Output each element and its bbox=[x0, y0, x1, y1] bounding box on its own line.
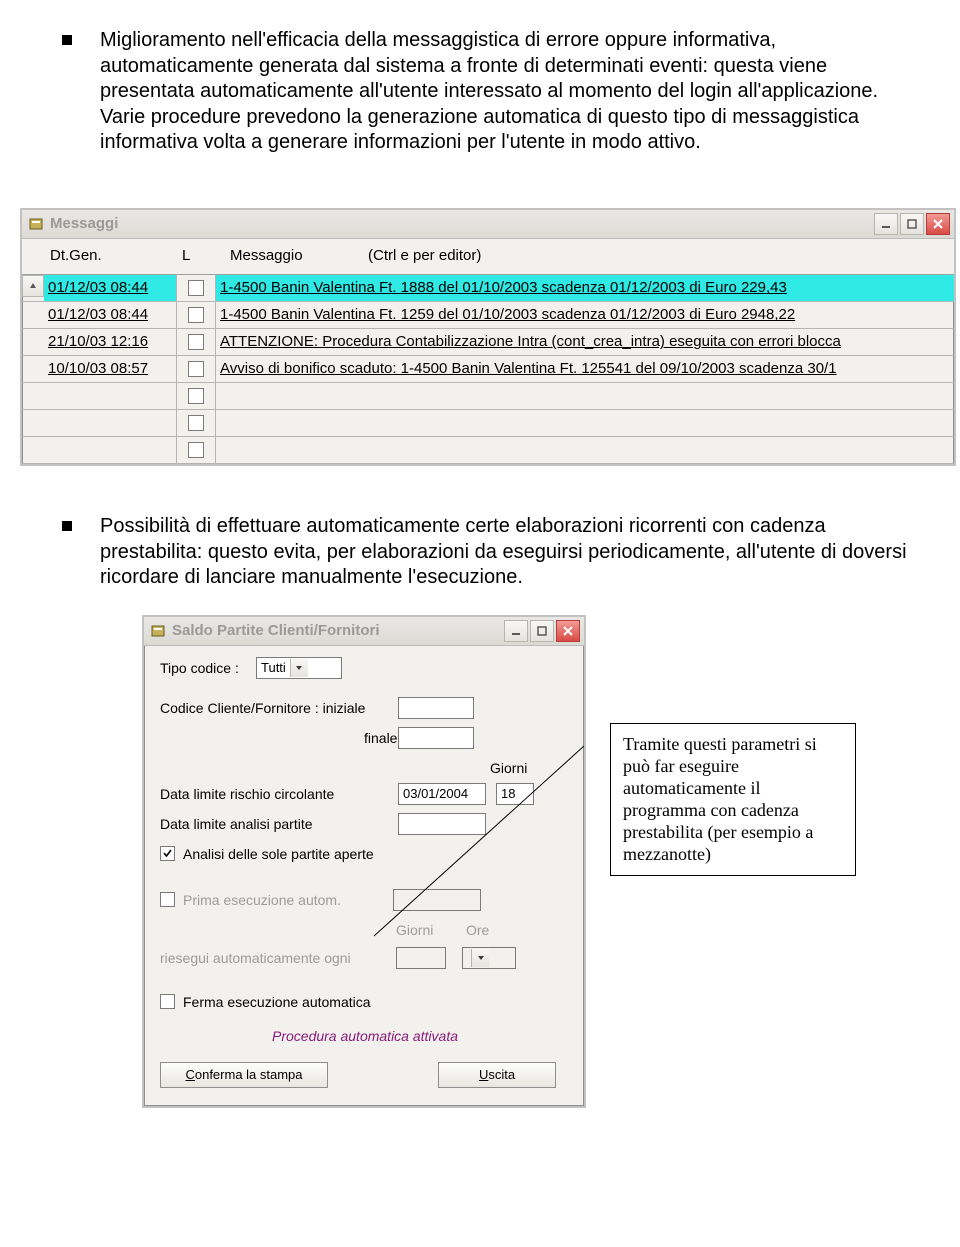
input-prima-esecuzione[interactable] bbox=[393, 889, 481, 911]
maximize-button[interactable] bbox=[900, 213, 924, 235]
titlebar: Saldo Partite Clienti/Fornitori bbox=[144, 617, 584, 646]
label-ferma: Ferma esecuzione automatica bbox=[183, 994, 371, 1010]
grid-headers: Dt.Gen. L Messaggio (Ctrl e per editor) bbox=[22, 239, 954, 274]
scroll-up-button[interactable] bbox=[22, 275, 44, 297]
cell-l bbox=[177, 410, 216, 436]
cell-dt: 01/12/03 08:44 bbox=[44, 302, 177, 328]
label-giorni2: Giorni bbox=[396, 922, 466, 938]
label-data-analisi: Data limite analisi partite bbox=[160, 816, 398, 832]
label-tipo-codice: Tipo codice : bbox=[160, 660, 256, 676]
input-codice-finale[interactable] bbox=[398, 727, 474, 749]
bullet-list-1: Miglioramento nell'efficacia della messa… bbox=[52, 28, 908, 156]
cell-msg: ATTENZIONE: Procedura Contabilizzazione … bbox=[216, 329, 954, 355]
combo-riesegui-ore[interactable] bbox=[462, 947, 516, 969]
titlebar: Messaggi bbox=[22, 210, 954, 239]
cell-l bbox=[177, 356, 216, 382]
cell-msg: Avviso di bonifico scaduto: 1-4500 Banin… bbox=[216, 356, 954, 382]
header-messaggio: Messaggio bbox=[230, 247, 368, 264]
label-finale: finale bbox=[160, 730, 398, 746]
header-dtgen: Dt.Gen. bbox=[50, 247, 182, 264]
table-row[interactable] bbox=[22, 410, 954, 437]
label-data-rischio: Data limite rischio circolante bbox=[160, 786, 398, 802]
table-row[interactable]: 01/12/03 08:44 1-4500 Banin Valentina Ft… bbox=[22, 275, 954, 302]
cell-msg bbox=[216, 383, 954, 409]
input-riesegui-giorni[interactable] bbox=[396, 947, 446, 969]
row-checkbox[interactable] bbox=[188, 361, 204, 377]
maximize-button[interactable] bbox=[530, 620, 554, 642]
checkbox-ferma[interactable] bbox=[160, 994, 175, 1009]
window-title: Saldo Partite Clienti/Fornitori bbox=[172, 622, 504, 639]
close-button[interactable] bbox=[926, 213, 950, 235]
cell-l bbox=[177, 329, 216, 355]
checkbox-analisi-aperte[interactable] bbox=[160, 846, 175, 861]
chevron-down-icon bbox=[471, 949, 489, 967]
label-prima-esecuzione: Prima esecuzione autom. bbox=[183, 892, 393, 908]
row-checkbox[interactable] bbox=[188, 334, 204, 350]
cell-l bbox=[177, 275, 216, 301]
header-l: L bbox=[182, 247, 230, 264]
row-checkbox[interactable] bbox=[188, 307, 204, 323]
cell-msg: 1-4500 Banin Valentina Ft. 1888 del 01/1… bbox=[216, 275, 954, 301]
bullet-list-2: Possibilità di effettuare automaticament… bbox=[52, 514, 908, 591]
header-editor-hint: (Ctrl e per editor) bbox=[368, 247, 481, 264]
cell-msg bbox=[216, 410, 954, 436]
saldo-window: Saldo Partite Clienti/Fornitori bbox=[142, 615, 586, 1108]
label-giorni: Giorni bbox=[490, 760, 527, 776]
combo-tipo-codice[interactable]: Tutti bbox=[256, 657, 342, 679]
cell-msg: 1-4500 Banin Valentina Ft. 1259 del 01/1… bbox=[216, 302, 954, 328]
close-button[interactable] bbox=[556, 620, 580, 642]
combo-value: Tutti bbox=[261, 660, 286, 675]
input-giorni[interactable]: 18 bbox=[496, 783, 534, 805]
cell-l bbox=[177, 383, 216, 409]
bullet-item: Possibilità di effettuare automaticament… bbox=[52, 514, 908, 591]
status-procedura: Procedura automatica attivata bbox=[160, 1028, 570, 1044]
window-title: Messaggi bbox=[50, 215, 874, 232]
app-icon bbox=[28, 216, 44, 232]
cell-l bbox=[177, 302, 216, 328]
app-icon bbox=[150, 623, 166, 639]
input-data-analisi[interactable] bbox=[398, 813, 486, 835]
cell-msg bbox=[216, 437, 954, 463]
conferma-button[interactable]: Conferma la stampa Conferma la stampa bbox=[160, 1062, 328, 1088]
label-ore: Ore bbox=[466, 922, 489, 938]
cell-dt bbox=[44, 383, 177, 409]
input-data-rischio[interactable]: 03/01/2004 bbox=[398, 783, 486, 805]
cell-dt bbox=[44, 437, 177, 463]
uscita-button[interactable]: Uscita Uscita bbox=[438, 1062, 556, 1088]
bullet-item: Miglioramento nell'efficacia della messa… bbox=[52, 28, 908, 156]
row-checkbox[interactable] bbox=[188, 415, 204, 431]
label-analisi-aperte: AAnalisi delle sole partite apertenalisi… bbox=[183, 846, 374, 862]
cell-l bbox=[177, 437, 216, 463]
table-row[interactable]: 21/10/03 12:16 ATTENZIONE: Procedura Con… bbox=[22, 329, 954, 356]
messages-window: Messaggi Dt.Gen. L Messaggio (Ctrl e per… bbox=[20, 208, 956, 466]
table-row[interactable] bbox=[22, 437, 954, 464]
row-checkbox[interactable] bbox=[188, 442, 204, 458]
row-checkbox[interactable] bbox=[188, 280, 204, 296]
chevron-down-icon bbox=[290, 659, 308, 677]
minimize-button[interactable] bbox=[504, 620, 528, 642]
cell-dt: 10/10/03 08:57 bbox=[44, 356, 177, 382]
input-codice-iniziale[interactable] bbox=[398, 697, 474, 719]
label-riesegui: riesegui automaticamente ogni bbox=[160, 950, 396, 966]
cell-dt: 01/12/03 08:44 bbox=[44, 275, 177, 301]
cell-dt: 21/10/03 12:16 bbox=[44, 329, 177, 355]
cell-dt bbox=[44, 410, 177, 436]
label-codice-iniziale: Codice Cliente/Fornitore : iniziale bbox=[160, 700, 398, 716]
table-row[interactable] bbox=[22, 383, 954, 410]
checkbox-prima-esecuzione[interactable] bbox=[160, 892, 175, 907]
messages-grid: 01/12/03 08:44 1-4500 Banin Valentina Ft… bbox=[22, 274, 954, 464]
minimize-button[interactable] bbox=[874, 213, 898, 235]
table-row[interactable]: 01/12/03 08:44 1-4500 Banin Valentina Ft… bbox=[22, 302, 954, 329]
table-row[interactable]: 10/10/03 08:57 Avviso di bonifico scadut… bbox=[22, 356, 954, 383]
row-checkbox[interactable] bbox=[188, 388, 204, 404]
callout-box: Tramite questi parametri si può far eseg… bbox=[610, 723, 856, 877]
